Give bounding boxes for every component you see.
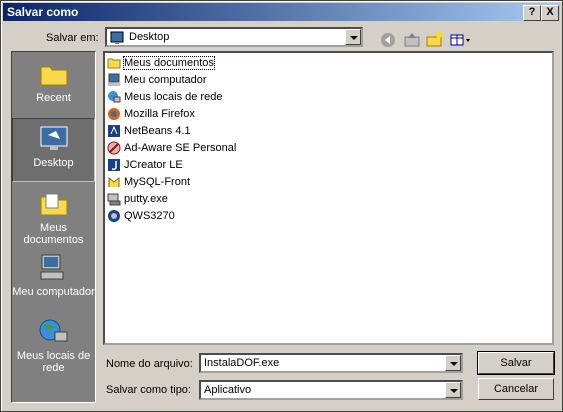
save-as-dialog: Salvar como ? X Salvar em: Desktop Recen…: [0, 0, 563, 412]
list-item[interactable]: MySQL-Front: [107, 174, 190, 190]
place-label: Meus documentos: [23, 222, 84, 246]
desktop-icon: [40, 126, 67, 150]
place-label: Meus locais de rede: [16, 350, 91, 374]
title-bar[interactable]: Salvar como ? X: [3, 3, 560, 21]
filetype-select[interactable]: Aplicativo: [199, 380, 463, 400]
place-my-documents[interactable]: Meus documentos: [12, 188, 95, 252]
place-my-computer[interactable]: Meu computador: [12, 252, 95, 316]
network-places-icon: [108, 91, 121, 103]
file-list[interactable]: Meus documentos Meu computador Meus loca…: [103, 51, 554, 345]
list-item[interactable]: Mozilla Firefox: [107, 106, 195, 122]
save-button[interactable]: Salvar: [477, 351, 555, 375]
network-places-icon: [39, 319, 67, 342]
list-item[interactable]: Meus locais de rede: [107, 89, 222, 105]
list-item[interactable]: Meus documentos: [107, 55, 215, 71]
my-documents-icon: [40, 193, 67, 216]
firefox-icon: [108, 108, 120, 121]
help-button[interactable]: ?: [523, 5, 541, 21]
my-computer-icon: [40, 254, 63, 280]
chevron-down-icon[interactable]: [445, 382, 461, 398]
mysql-front-icon: [108, 177, 120, 188]
save-in-label: Salvar em:: [46, 32, 99, 44]
close-button[interactable]: X: [541, 5, 559, 21]
qws3270-icon: [108, 210, 120, 223]
filename-label: Nome do arquivo:: [106, 358, 193, 370]
save-in-value: Desktop: [129, 31, 170, 43]
jcreator-icon: [108, 159, 120, 172]
list-item[interactable]: JCreator LE: [107, 157, 183, 173]
filetype-value: Aplicativo: [204, 384, 252, 396]
desktop-icon: [110, 31, 124, 44]
up-folder-icon[interactable]: [403, 31, 421, 49]
chevron-down-icon[interactable]: [445, 355, 461, 371]
cancel-button[interactable]: Cancelar: [478, 378, 554, 400]
list-item[interactable]: Meu computador: [107, 72, 207, 88]
place-label: Meu computador: [12, 286, 95, 298]
places-bar: Recent Desktop Meus documentos Meu compu…: [11, 51, 96, 403]
list-item[interactable]: Ad-Aware SE Personal: [107, 140, 236, 156]
putty-icon: [107, 193, 121, 206]
folder-recent-icon: [40, 66, 67, 86]
place-label: Desktop: [33, 157, 74, 169]
place-desktop[interactable]: Desktop: [12, 118, 95, 182]
list-item[interactable]: putty.exe: [107, 191, 168, 207]
place-label: Recent: [36, 92, 71, 104]
place-network[interactable]: Meus locais de rede: [12, 316, 95, 386]
my-computer-icon: [108, 73, 120, 87]
list-item[interactable]: NetBeans 4.1: [107, 123, 191, 139]
chevron-down-icon[interactable]: [345, 29, 361, 45]
new-folder-icon[interactable]: [425, 31, 443, 49]
list-item[interactable]: QWS3270: [107, 208, 175, 224]
my-documents-icon: [107, 58, 121, 69]
window-title: Salvar como: [7, 5, 79, 19]
filename-value: InstalaDOF.exe: [204, 357, 280, 369]
views-menu-icon[interactable]: [449, 31, 473, 49]
filename-field[interactable]: InstalaDOF.exe: [199, 353, 463, 373]
save-in-combo[interactable]: Desktop: [105, 27, 363, 47]
netbeans-icon: [108, 125, 120, 138]
place-recent[interactable]: Recent: [12, 58, 95, 118]
back-icon[interactable]: [379, 31, 397, 49]
filetype-label: Salvar como tipo:: [106, 384, 191, 396]
ad-aware-icon: [107, 141, 121, 155]
